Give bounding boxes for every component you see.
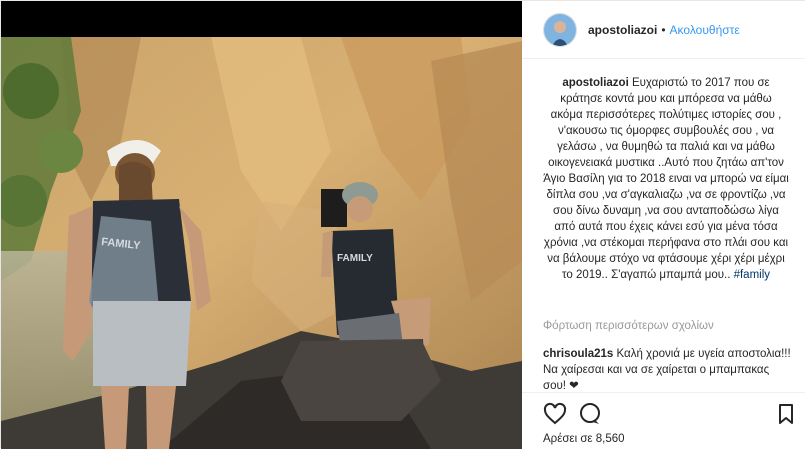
comment: chrisoula21s Καλή χρονιά με υγεία αποστο… xyxy=(543,346,791,394)
likes-count[interactable]: Αρέσει σε 8,560 xyxy=(543,433,625,445)
post-caption: apostoliazoi Ευχαριστώ το 2017 που σε κρ… xyxy=(543,75,789,283)
caption-text: Ευχαριστώ το 2017 που σε κράτησε κοντά μ… xyxy=(543,77,789,281)
post-header: apostoliazoi • Ακολουθήστε xyxy=(522,1,805,59)
load-more-comments-link[interactable]: Φόρτωση περισσότερων σχολίων xyxy=(543,320,714,332)
heart-icon[interactable] xyxy=(543,402,567,426)
header-username[interactable]: apostoliazoi xyxy=(588,23,657,37)
caption-hashtag[interactable]: #family xyxy=(734,269,770,281)
action-bar xyxy=(522,392,805,433)
avatar[interactable] xyxy=(543,12,577,47)
comment-username[interactable]: chrisoula21s xyxy=(543,348,613,360)
bookmark-icon[interactable] xyxy=(774,402,798,426)
header-separator: • xyxy=(661,22,666,37)
caption-username[interactable]: apostoliazoi xyxy=(562,77,628,89)
comment-bubble-icon[interactable] xyxy=(578,402,602,426)
svg-text:FAMILY: FAMILY xyxy=(337,253,373,264)
post-sidebar: apostoliazoi • Ακολουθήστε apostoliazoi … xyxy=(522,1,805,449)
instagram-post: FAMILY FAMILY apostoliazoi • Ακολουθήστε… xyxy=(0,0,805,449)
follow-button[interactable]: Ακολουθήστε xyxy=(670,23,740,37)
post-photo[interactable]: FAMILY FAMILY xyxy=(1,1,522,449)
